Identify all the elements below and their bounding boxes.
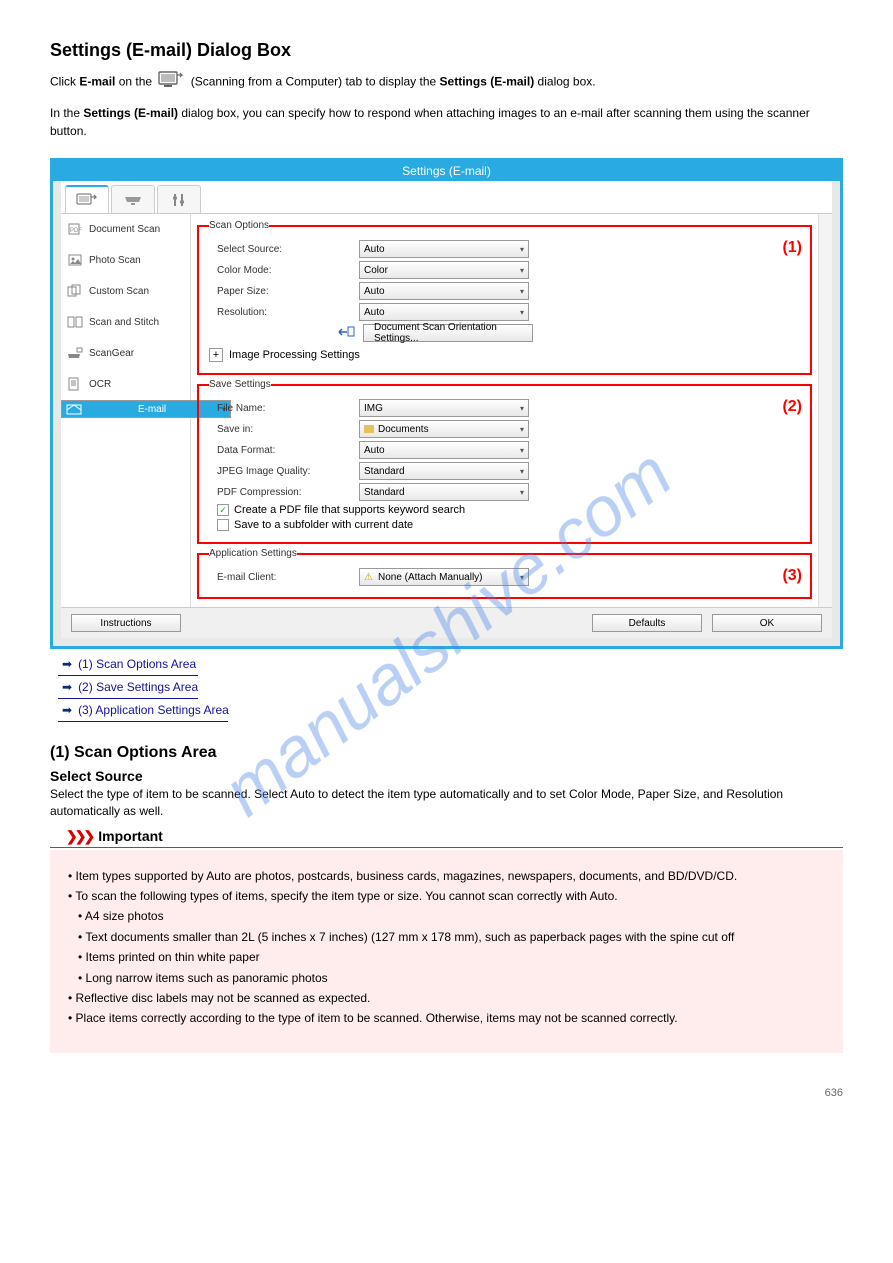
email-client-dropdown[interactable]: None (Attach Manually) [359,568,529,586]
orientation-settings-button[interactable]: Document Scan Orientation Settings... [363,324,533,342]
select-source-paragraph: Select the type of item to be scanned. S… [50,786,843,820]
toolbar [61,181,832,214]
sidebar-item-custom-scan[interactable]: Custom Scan [61,276,190,307]
email-client-label: E-mail Client: [209,572,359,583]
select-source-dropdown[interactable]: Auto [359,240,529,258]
dialog-title: Settings (E-mail) [53,161,840,181]
section-links: ➡ (1) Scan Options Area ➡ (2) Save Setting… [62,657,843,722]
sidebar-item-scangear[interactable]: ScanGear [61,338,190,369]
svg-text:PDF: PDF [70,228,82,234]
pdf-dropdown[interactable]: Standard [359,483,529,501]
sidebar-item-document-scan[interactable]: PDFDocument Scan [61,214,190,245]
computer-icon [158,69,184,96]
app-settings-legend: Application Settings [209,548,297,559]
link-save-settings[interactable]: (2) Save Settings Area [78,680,198,694]
link-app-settings[interactable]: (3) Application Settings Area [78,703,229,717]
scrollbar[interactable] [818,214,832,607]
pdf-label: PDF Compression: [209,487,359,498]
sidebar-item-ocr[interactable]: OCR [61,369,190,400]
important-divider [50,847,843,848]
arrow-icon: ➡ [62,703,72,717]
dialog-screenshot: Settings (E-mail) PDFDocument Scan Photo… [50,158,843,649]
filename-label: File Name: [209,403,359,414]
page-heading: Settings (E-mail) Dialog Box [50,40,843,61]
savein-dropdown[interactable]: Documents [359,420,529,438]
jpeg-label: JPEG Image Quality: [209,466,359,477]
dialog-footer: Instructions Defaults OK [61,607,832,638]
tab-scan-from-panel[interactable] [111,185,155,213]
important-label: Important [98,828,163,844]
intro-line-1: Click E-mail on the (Scanning from a Com… [50,69,843,96]
arrow-icon: ➡ [62,657,72,671]
important-note: • Item types supported by Auto are photo… [50,850,843,1053]
color-mode-dropdown[interactable]: Color [359,261,529,279]
link-scan-options[interactable]: (1) Scan Options Area [78,657,196,671]
arrow-icon: ➡ [62,680,72,694]
image-processing-label: Image Processing Settings [229,349,360,361]
section-heading: (1) Scan Options Area [50,744,843,762]
ok-button[interactable]: OK [712,614,822,632]
checkbox-subfolder-label: Save to a subfolder with current date [234,519,413,531]
intro-line-2: In the Settings (E-mail) dialog box, you… [50,104,843,140]
application-settings-fieldset: Application Settings (3) E-mail Client:N… [197,548,812,599]
save-settings-fieldset: Save Settings (2) File Name:IMG Save in:… [197,379,812,544]
paper-size-label: Paper Size: [209,286,359,297]
checkbox-keyword-pdf[interactable]: ✓ [217,504,229,516]
format-dropdown[interactable]: Auto [359,441,529,459]
scan-options-legend: Scan Options [209,220,269,231]
instructions-button[interactable]: Instructions [71,614,181,632]
checkbox-subfolder[interactable] [217,519,229,531]
sidebar-item-scan-stitch[interactable]: Scan and Stitch [61,307,190,338]
filename-dropdown[interactable]: IMG [359,399,529,417]
savein-label: Save in: [209,424,359,435]
adf-icon [337,325,355,342]
select-source-subhead: Select Source [50,768,843,784]
callout-2: (2) [782,398,802,416]
sidebar-item-photo-scan[interactable]: Photo Scan [61,245,190,276]
tab-scan-from-computer[interactable] [65,185,109,213]
tab-general-settings[interactable] [157,185,201,213]
resolution-label: Resolution: [209,307,359,318]
callout-1: (1) [782,239,802,257]
checkbox-keyword-label: Create a PDF file that supports keyword … [234,504,465,516]
select-source-label: Select Source: [209,244,359,255]
defaults-button[interactable]: Defaults [592,614,702,632]
jpeg-dropdown[interactable]: Standard [359,462,529,480]
important-arrows-icon: ❯❯❯ [66,828,92,844]
save-settings-legend: Save Settings [209,379,271,390]
format-label: Data Format: [209,445,359,456]
scan-options-fieldset: Scan Options (1) Select Source:Auto Colo… [197,220,812,375]
page-number: 636 [50,1087,843,1099]
paper-size-dropdown[interactable]: Auto [359,282,529,300]
sidebar: PDFDocument Scan Photo Scan Custom Scan … [61,214,191,607]
resolution-dropdown[interactable]: Auto [359,303,529,321]
callout-3: (3) [782,567,802,585]
color-mode-label: Color Mode: [209,265,359,276]
expand-icon[interactable]: + [209,348,223,362]
